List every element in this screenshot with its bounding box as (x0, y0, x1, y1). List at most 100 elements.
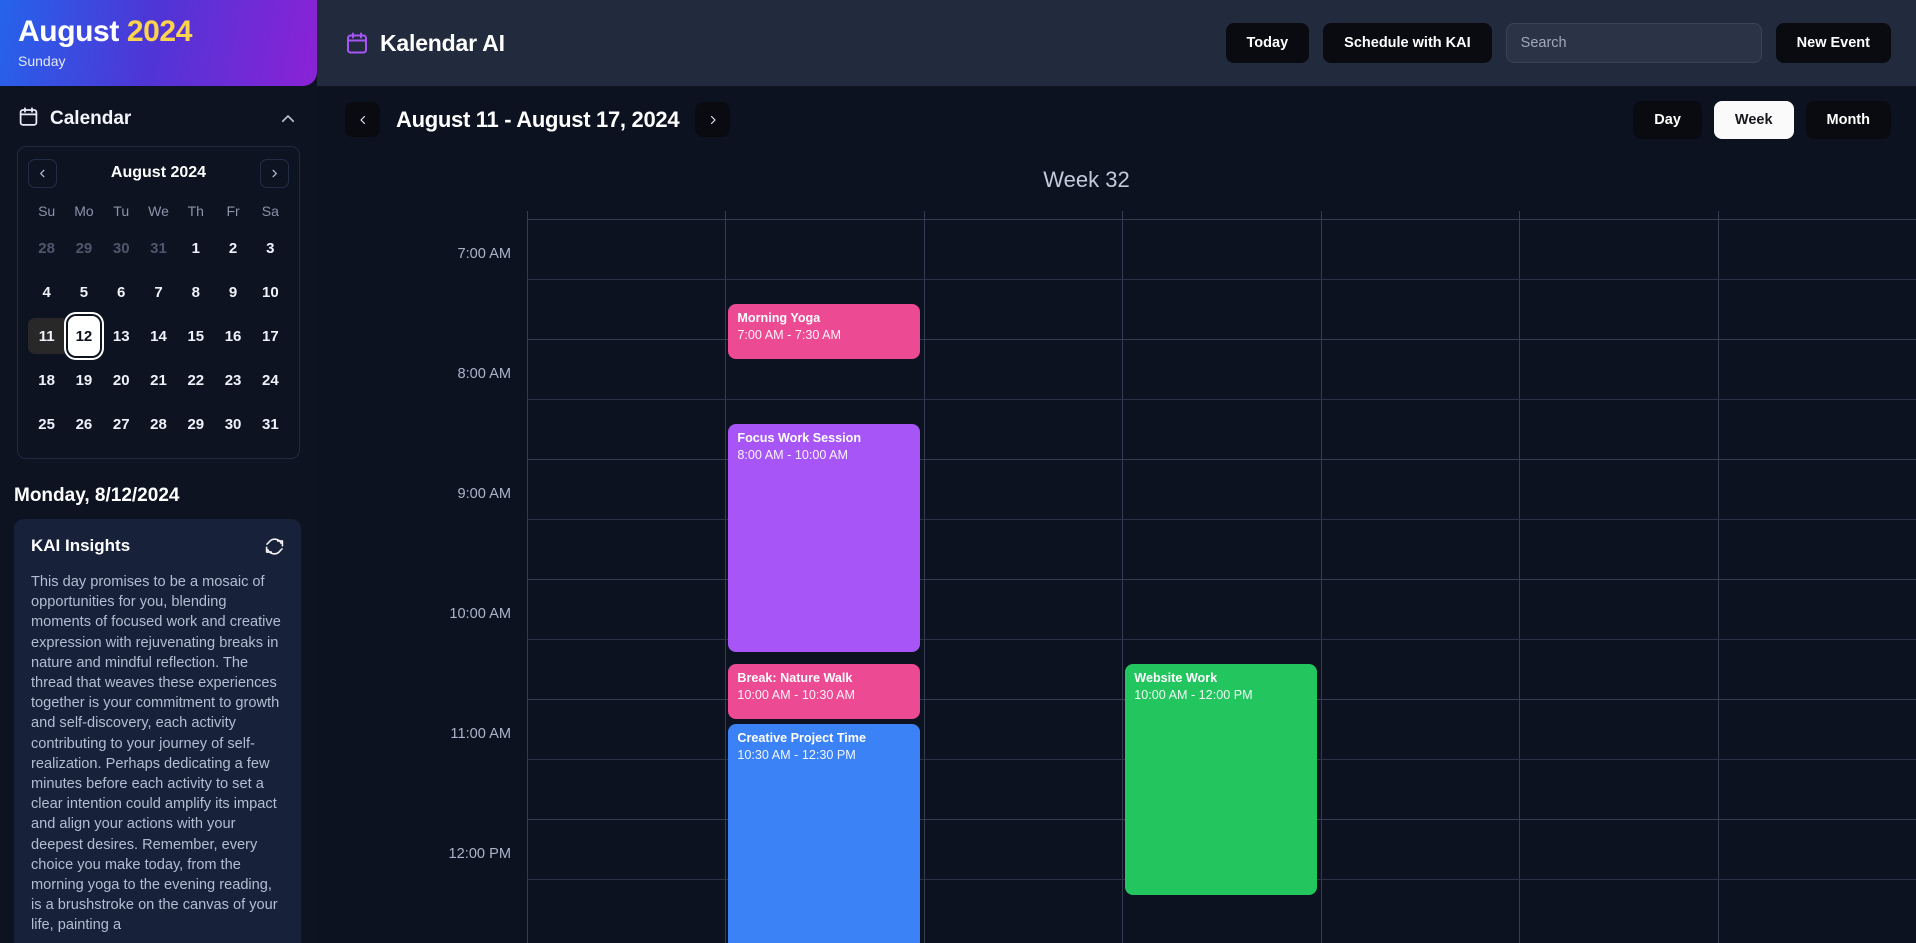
banner-month: August (18, 15, 119, 48)
week-grid: 7:00 AM 8:00 AM 9:00 AM 10:00 AM 11:00 AM 12:… (317, 211, 1916, 943)
grid-line (527, 279, 1916, 280)
mini-cal-day-label: 15 (187, 327, 205, 345)
mini-cal-day[interactable]: 30 (103, 226, 140, 270)
mini-cal-day-label: 23 (224, 371, 242, 389)
mini-cal-day-label: 28 (38, 239, 55, 257)
mini-cal-day-label: 10 (262, 283, 279, 301)
kai-insights-text: This day promises to be a mosaic of oppo… (31, 574, 281, 934)
grid-line (527, 219, 1916, 220)
mini-cal-day[interactable]: 21 (140, 358, 177, 402)
month-banner: August 2024 Sunday (0, 0, 317, 86)
mini-cal-day[interactable]: 9 (214, 270, 251, 314)
mini-cal-day[interactable]: 28 (140, 402, 177, 446)
mini-cal-day[interactable]: 1 (177, 226, 214, 270)
calendar-section-header[interactable]: Calendar (0, 86, 317, 146)
mini-cal-day-label: 1 (191, 239, 200, 257)
day-column[interactable] (923, 211, 1122, 943)
hour-label: 9:00 AM (457, 486, 511, 502)
mini-cal-day[interactable]: 23 (214, 358, 251, 402)
mini-cal-day-label: 4 (42, 283, 51, 301)
day-column[interactable] (527, 211, 725, 943)
mini-cal-day[interactable]: 29 (177, 402, 214, 446)
app-brand: Kalendar AI (345, 30, 505, 57)
mini-cal-day-label: 30 (224, 415, 242, 433)
event-title: Creative Project Time (737, 731, 866, 745)
mini-cal-day[interactable]: 12 (65, 314, 102, 358)
calendar-event[interactable]: Creative Project Time 10:30 AM - 12:30 PM (728, 724, 920, 943)
event-title: Morning Yoga (737, 311, 821, 325)
mini-cal-day[interactable]: 19 (65, 358, 102, 402)
schedule-with-kai-button[interactable]: Schedule with KAI (1323, 23, 1492, 63)
chevron-up-icon[interactable] (279, 110, 297, 128)
top-bar: Kalendar AI Today Schedule with KAI New … (317, 0, 1916, 86)
day-columns: Morning Yoga 7:00 AM - 7:30 AM Focus Work … (527, 211, 1916, 943)
event-title: Focus Work Session (737, 431, 862, 445)
calendar-event[interactable]: Focus Work Session 8:00 AM - 10:00 AM (728, 424, 920, 652)
view-toggle-day[interactable]: Day (1633, 100, 1702, 139)
kai-insights-card: KAI Insights This day promises to be a m… (14, 519, 301, 943)
mini-cal-dow: Su (38, 203, 56, 219)
view-toggle-week[interactable]: Week (1713, 100, 1794, 139)
mini-cal-next-button[interactable] (259, 158, 289, 188)
mini-cal-day[interactable]: 28 (28, 226, 65, 270)
prev-week-button[interactable] (345, 102, 380, 137)
kai-insights-title: KAI Insights (31, 536, 131, 555)
day-column[interactable] (1717, 211, 1916, 943)
mini-cal-day-label: 24 (262, 371, 279, 389)
mini-cal-day-label: 7 (154, 283, 163, 301)
mini-cal-day-label: 11 (38, 327, 55, 345)
mini-cal-day[interactable]: 7 (140, 270, 177, 314)
mini-cal-day-label: 19 (75, 371, 93, 389)
mini-cal-day[interactable]: 11 (28, 314, 70, 358)
day-column[interactable] (1519, 211, 1717, 943)
mini-cal-day[interactable]: 8 (177, 270, 214, 314)
mini-cal-day[interactable]: 22 (177, 358, 214, 402)
view-toggle-month[interactable]: Month (1805, 100, 1891, 139)
day-column[interactable] (1320, 211, 1519, 943)
mini-cal-day[interactable]: 15 (177, 314, 214, 358)
kai-insights-header: KAI Insights (31, 536, 284, 556)
mini-cal-dow: Th (187, 203, 204, 219)
mini-cal-day[interactable]: 14 (140, 314, 177, 358)
mini-cal-day[interactable]: 24 (252, 358, 289, 402)
next-week-button[interactable] (695, 102, 731, 137)
app-title: Kalendar AI (380, 29, 505, 56)
mini-cal-day-label: 9 (228, 283, 238, 301)
mini-cal-day[interactable]: 31 (252, 402, 289, 446)
mini-cal-dow: We (148, 203, 169, 219)
calendar-event[interactable]: Website Work 10:00 AM - 12:00 PM (1125, 664, 1317, 895)
mini-cal-day[interactable]: 17 (252, 314, 289, 358)
mini-cal-day[interactable]: 3 (252, 226, 289, 270)
mini-cal-day[interactable]: 27 (103, 402, 140, 446)
mini-cal-day[interactable]: 16 (214, 314, 251, 358)
mini-cal-day-label: 20 (112, 371, 130, 389)
mini-cal-day[interactable]: 2 (214, 226, 251, 270)
mini-cal-day-label: 29 (187, 415, 205, 433)
mini-cal-day[interactable]: 25 (28, 402, 65, 446)
mini-cal-day[interactable]: 18 (28, 358, 65, 402)
mini-cal-day[interactable]: 6 (103, 270, 140, 314)
mini-cal-prev-button[interactable] (28, 158, 57, 188)
mini-cal-dow: Tu (113, 203, 130, 219)
mini-cal-dow: Sa (261, 203, 279, 219)
mini-cal-day[interactable]: 29 (65, 226, 102, 270)
calendar-event[interactable]: Morning Yoga 7:00 AM - 7:30 AM (728, 304, 920, 359)
new-event-button[interactable]: New Event (1775, 23, 1891, 63)
mini-cal-day[interactable]: 10 (252, 270, 289, 314)
hour-label: 12:00 PM (448, 846, 511, 862)
refresh-icon[interactable] (265, 537, 284, 556)
today-button[interactable]: Today (1225, 23, 1310, 63)
mini-cal-day[interactable]: 31 (140, 226, 177, 270)
mini-cal-day[interactable]: 26 (65, 402, 102, 446)
search-input[interactable] (1505, 23, 1762, 63)
event-title: Website Work (1134, 671, 1218, 685)
mini-cal-day[interactable]: 5 (65, 270, 102, 314)
calendar-event[interactable]: Break: Nature Walk 10:00 AM - 10:30 AM (728, 664, 920, 719)
mini-cal-day[interactable]: 4 (28, 270, 65, 314)
hour-label: 8:00 AM (457, 366, 511, 382)
mini-cal-day[interactable]: 30 (214, 402, 251, 446)
mini-cal-day-label: 21 (150, 371, 167, 389)
mini-cal-day[interactable]: 20 (103, 358, 140, 402)
mini-cal-day[interactable]: 13 (103, 314, 140, 358)
mini-cal-day-label: 12 (75, 327, 93, 345)
